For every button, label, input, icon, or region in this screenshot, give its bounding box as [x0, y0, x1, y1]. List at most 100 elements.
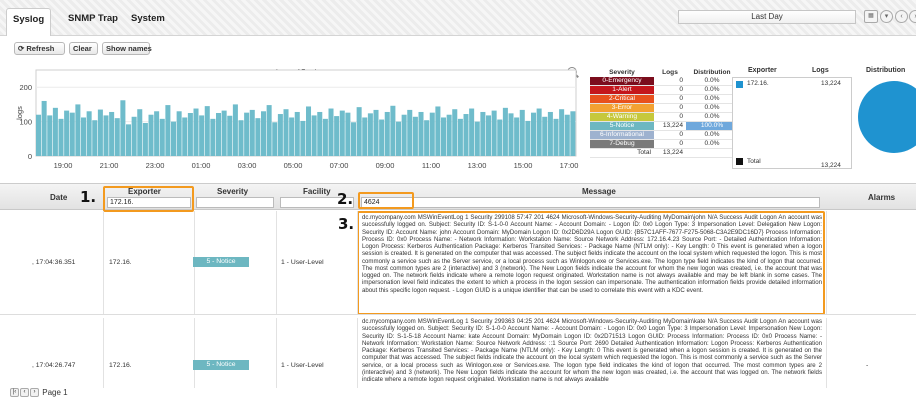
severity-row[interactable]: 7-Debug 0 0.0%	[590, 139, 738, 149]
chart-bar	[424, 120, 430, 156]
severity-row[interactable]: 5-Notice 13,224 100.0%	[590, 121, 738, 131]
severity-label: 0-Emergency	[590, 77, 654, 86]
chart-bar	[86, 111, 92, 156]
chart-bar	[508, 113, 514, 156]
tab-bar: Syslog SNMP Trap System Last Day ▦ ▾ ‹ ›	[0, 0, 916, 36]
chart-bar	[283, 109, 289, 156]
severity-row[interactable]: 6-Informational 0 0.0%	[590, 130, 738, 140]
severity-col-header: Severity	[609, 68, 635, 76]
exporter-total-label: Total	[747, 158, 761, 165]
severity-label: 3-Error	[590, 103, 654, 113]
exporter-list: 172.16. 13,224 Total 13,224	[732, 77, 852, 169]
severity-label: 7-Debug	[590, 139, 654, 149]
callout-2: 2.	[337, 190, 354, 208]
date-col-header[interactable]: Date	[50, 193, 67, 202]
x-tick-label: 13:00	[468, 161, 487, 170]
chart-bar	[514, 117, 520, 156]
chart-bar	[238, 120, 244, 156]
chart-bar	[154, 111, 160, 156]
clear-button[interactable]: Clear	[69, 42, 98, 55]
severity-row[interactable]: 2-Critical 0 0.0%	[590, 94, 738, 104]
chart-bar	[182, 117, 188, 156]
x-tick-label: 21:00	[100, 161, 119, 170]
tab-system[interactable]: System	[125, 8, 171, 30]
chart-bar	[486, 115, 492, 156]
chart-bar	[356, 107, 362, 156]
row-facility: 1 - User-Level	[281, 362, 324, 369]
next-icon[interactable]: ›	[909, 10, 916, 23]
chart-bar	[396, 121, 402, 156]
chart-bar	[390, 105, 396, 156]
dropdown-icon[interactable]: ▾	[880, 10, 893, 23]
severity-row[interactable]: 4-Warning 0 0.0%	[590, 112, 738, 122]
chart-bar	[401, 114, 407, 156]
chart-bar	[266, 105, 272, 156]
row-alarms: -	[866, 362, 869, 369]
chart-bar	[418, 111, 424, 156]
table-row[interactable]: , 17:04:26.747 172.16. 5 - Notice 1 - Us…	[0, 318, 916, 388]
exporter-ip[interactable]: 172.16.	[747, 80, 769, 87]
column-divider	[103, 318, 104, 388]
severity-row[interactable]: 0-Emergency 0 0.0%	[590, 77, 738, 86]
chart-bar	[120, 100, 126, 156]
chart-bar	[519, 109, 525, 156]
chart-bar	[491, 110, 497, 156]
chart-bar	[536, 108, 542, 156]
row-exporter[interactable]: 172.16.	[109, 362, 132, 369]
severity-label: 4-Warning	[590, 112, 654, 122]
chart-bar	[41, 100, 47, 156]
time-range-select[interactable]: Last Day	[678, 10, 856, 24]
chart-bar	[547, 111, 553, 156]
refresh-button[interactable]: ⟳ Refresh	[14, 42, 65, 55]
severity-filter-input[interactable]	[196, 197, 274, 208]
severity-logs: 0	[654, 85, 686, 95]
chart-bar	[525, 120, 531, 156]
facility-col-header[interactable]: Facility	[303, 187, 331, 196]
severity-row[interactable]: 3-Error 0 0.0%	[590, 103, 738, 113]
chart-bar	[97, 109, 103, 156]
pager: |‹ ‹ › Page 1	[10, 388, 68, 399]
refresh-label: Refresh	[26, 44, 55, 53]
show-names-button[interactable]: Show names	[102, 42, 152, 55]
exporter-swatch	[736, 81, 743, 88]
x-tick-label: 07:00	[330, 161, 349, 170]
column-divider	[826, 211, 827, 314]
severity-row[interactable]: 1-Alert 0 0.0%	[590, 85, 738, 95]
message-filter-input[interactable]	[361, 197, 820, 208]
chart-bar	[469, 108, 475, 156]
column-divider	[276, 318, 277, 388]
severity-label: 1-Alert	[590, 85, 654, 95]
severity-col-header-grid[interactable]: Severity	[217, 187, 248, 196]
chart-bar	[474, 121, 480, 156]
severity-table: Severity Logs Distribution 0-Emergency 0 0…	[590, 67, 738, 158]
alarms-col-header[interactable]: Alarms	[868, 193, 895, 202]
chart-bar	[379, 119, 385, 156]
severity-label: 5-Notice	[590, 121, 654, 131]
chart-bar	[109, 111, 115, 156]
chart-bar	[137, 109, 143, 156]
x-tick-label: 19:00	[54, 161, 73, 170]
chart-bar	[126, 124, 132, 156]
row-exporter[interactable]: 172.16.	[109, 259, 132, 266]
chart-bar	[384, 111, 390, 156]
row-message: dc.mycompany.com MSWinEventLog 1 Securit…	[362, 214, 822, 294]
previous-icon[interactable]: ‹	[895, 10, 908, 23]
prev-page-icon[interactable]: ‹	[20, 388, 29, 398]
table-row[interactable]: , 17:04:36.351 172.16. 5 - Notice 1 - Us…	[0, 211, 916, 315]
x-tick-label: 15:00	[514, 161, 533, 170]
chart-bar	[81, 117, 87, 156]
chart-bar	[289, 117, 295, 156]
message-filter-highlight	[358, 192, 414, 209]
calendar-icon[interactable]: ▦	[864, 10, 878, 23]
column-divider	[357, 318, 358, 388]
message-col-header[interactable]: Message	[582, 187, 616, 196]
first-page-icon[interactable]: |‹	[10, 388, 19, 398]
next-page-icon[interactable]: ›	[30, 388, 39, 398]
chart-bar	[75, 104, 81, 156]
tab-snmp-trap[interactable]: SNMP Trap	[62, 8, 124, 30]
chart-bar	[362, 117, 368, 156]
chart-bar	[457, 118, 463, 156]
severity-logs: 0	[654, 112, 686, 122]
tab-syslog[interactable]: Syslog	[6, 8, 52, 36]
severity-row[interactable]: Total 13,224	[590, 148, 738, 158]
